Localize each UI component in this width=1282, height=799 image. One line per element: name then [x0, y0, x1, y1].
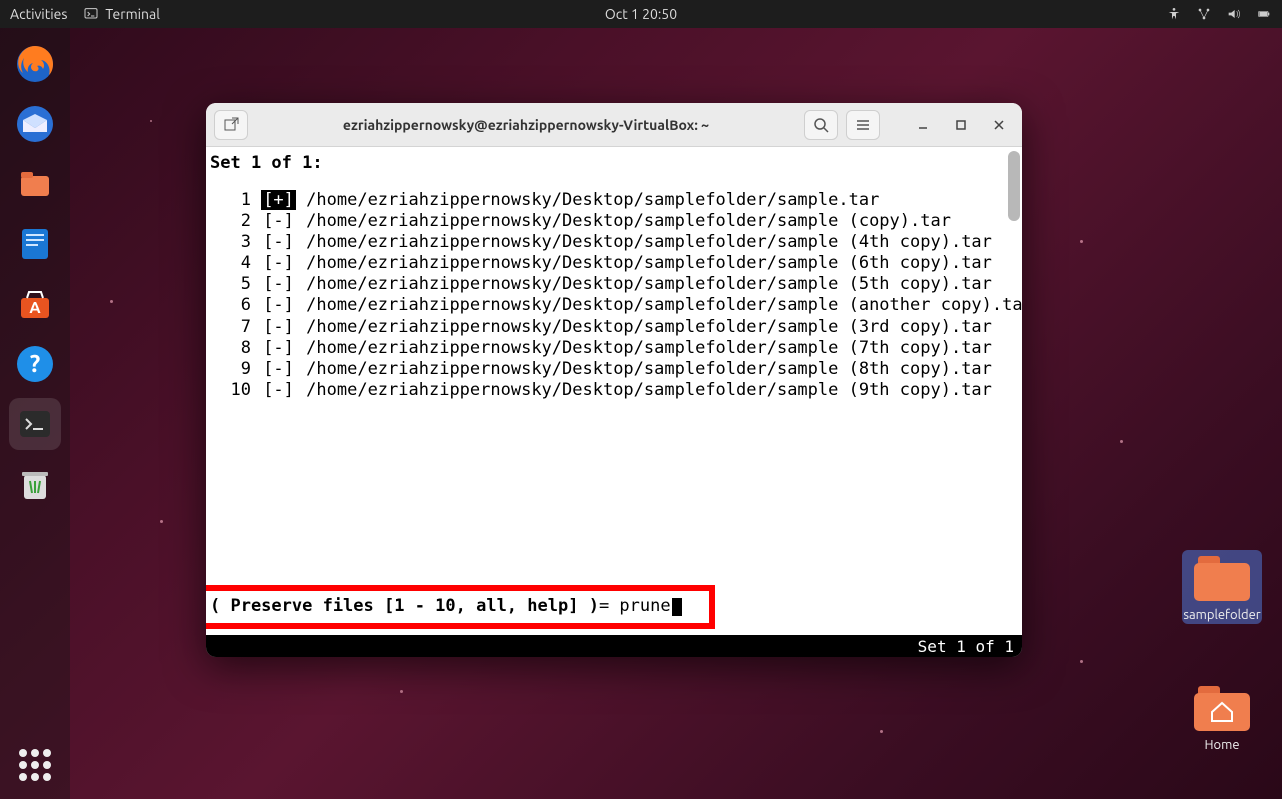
thunderbird-icon: [13, 102, 57, 146]
show-apps-button[interactable]: [15, 745, 55, 785]
desktop-folder-label: samplefolder: [1183, 608, 1260, 622]
folder-icon: [1194, 556, 1250, 602]
terminal-body[interactable]: Set 1 of 1: 1 [+] /home/ezriahzippernows…: [206, 147, 1022, 635]
new-tab-icon: [222, 116, 240, 134]
file-row: 10 [-] /home/ezriahzippernowsky/Desktop/…: [210, 380, 1004, 401]
help-launcher[interactable]: ?: [9, 338, 61, 390]
file-path: /home/ezriahzippernowsky/Desktop/samplef…: [306, 274, 992, 294]
top-bar: Activities Terminal Oct 1 20:50: [0, 0, 1282, 28]
volume-icon[interactable]: [1226, 6, 1242, 22]
file-marker: [-]: [261, 274, 296, 294]
file-path: /home/ezriahzippernowsky/Desktop/samplef…: [306, 317, 992, 337]
file-marker: [+]: [261, 190, 296, 210]
desktop-home[interactable]: Home: [1182, 680, 1262, 754]
home-folder-icon: [1194, 686, 1250, 732]
thunderbird-launcher[interactable]: [9, 98, 61, 150]
firefox-launcher[interactable]: [9, 38, 61, 90]
new-tab-button[interactable]: [214, 110, 248, 140]
file-marker: [-]: [261, 232, 296, 252]
window-title: ezriahzippernowsky@ezriahzippernowsky-Vi…: [256, 117, 796, 133]
battery-icon[interactable]: [1256, 6, 1272, 22]
writer-launcher[interactable]: [9, 218, 61, 270]
file-marker: [-]: [261, 359, 296, 379]
file-marker: [-]: [261, 317, 296, 337]
activities-button[interactable]: Activities: [10, 6, 67, 22]
file-row: 9 [-] /home/ezriahzippernowsky/Desktop/s…: [210, 359, 1004, 380]
file-row: 3 [-] /home/ezriahzippernowsky/Desktop/s…: [210, 232, 1004, 253]
file-row: 8 [-] /home/ezriahzippernowsky/Desktop/s…: [210, 338, 1004, 359]
maximize-icon: [954, 118, 968, 132]
minimize-button[interactable]: [908, 110, 938, 140]
active-app-name: Terminal: [105, 6, 160, 22]
file-marker: [-]: [261, 380, 296, 400]
terminal-icon: [13, 402, 57, 446]
maximize-button[interactable]: [946, 110, 976, 140]
file-path: /home/ezriahzippernowsky/Desktop/samplef…: [306, 190, 879, 210]
file-row: 2 [-] /home/ezriahzippernowsky/Desktop/s…: [210, 211, 1004, 232]
files-launcher[interactable]: [9, 158, 61, 210]
file-path: /home/ezriahzippernowsky/Desktop/samplef…: [306, 380, 992, 400]
prompt-label: ( Preserve files [1 - 10, all, help] ): [210, 596, 599, 616]
file-path: /home/ezriahzippernowsky/Desktop/samplef…: [306, 359, 992, 379]
file-path: /home/ezriahzippernowsky/Desktop/samplef…: [306, 211, 951, 231]
set-header: Set 1 of 1:: [210, 153, 1004, 174]
menu-button[interactable]: [846, 110, 880, 140]
file-path: /home/ezriahzippernowsky/Desktop/samplef…: [306, 295, 1022, 315]
writer-icon: [13, 222, 57, 266]
file-path: /home/ezriahzippernowsky/Desktop/samplef…: [306, 253, 992, 273]
network-icon[interactable]: [1196, 6, 1212, 22]
file-row: 5 [-] /home/ezriahzippernowsky/Desktop/s…: [210, 274, 1004, 295]
terminal-launcher[interactable]: [9, 398, 61, 450]
trash-icon: [13, 462, 57, 506]
file-row: 7 [-] /home/ezriahzippernowsky/Desktop/s…: [210, 317, 1004, 338]
file-row: 1 [+] /home/ezriahzippernowsky/Desktop/s…: [210, 190, 1004, 211]
desktop-home-label: Home: [1204, 738, 1239, 752]
software-icon: A: [13, 282, 57, 326]
dock: A ?: [0, 28, 70, 799]
hamburger-icon: [854, 116, 872, 134]
file-path: /home/ezriahzippernowsky/Desktop/samplef…: [306, 338, 992, 358]
terminal-window: ezriahzippernowsky@ezriahzippernowsky-Vi…: [206, 103, 1022, 657]
file-marker: [-]: [261, 295, 296, 315]
status-text: Set 1 of 1: [918, 637, 1014, 656]
terminal-small-icon: [83, 6, 99, 22]
cursor: [672, 598, 682, 616]
file-marker: [-]: [261, 211, 296, 231]
trash-launcher[interactable]: [9, 458, 61, 510]
active-app-menu[interactable]: Terminal: [83, 6, 160, 22]
terminal-statusbar: Set 1 of 1: [206, 635, 1022, 657]
software-launcher[interactable]: A: [9, 278, 61, 330]
search-button[interactable]: [804, 110, 838, 140]
close-icon: [992, 118, 1006, 132]
file-row: 4 [-] /home/ezriahzippernowsky/Desktop/s…: [210, 253, 1004, 274]
accessibility-icon[interactable]: [1166, 6, 1182, 22]
svg-text:?: ?: [30, 350, 41, 377]
file-marker: [-]: [261, 253, 296, 273]
close-button[interactable]: [984, 110, 1014, 140]
scrollbar-thumb[interactable]: [1008, 151, 1020, 221]
search-icon: [812, 116, 830, 134]
files-icon: [13, 162, 57, 206]
prompt-line[interactable]: ( Preserve files [1 - 10, all, help] )= …: [206, 596, 1010, 617]
file-marker: [-]: [261, 338, 296, 358]
svg-text:A: A: [29, 299, 41, 317]
clock[interactable]: Oct 1 20:50: [605, 6, 677, 22]
file-path: /home/ezriahzippernowsky/Desktop/samplef…: [306, 232, 992, 252]
firefox-icon: [13, 42, 57, 86]
window-titlebar[interactable]: ezriahzippernowsky@ezriahzippernowsky-Vi…: [206, 103, 1022, 147]
help-icon: ?: [13, 342, 57, 386]
desktop-folder-samplefolder[interactable]: samplefolder: [1182, 550, 1262, 624]
prompt-input[interactable]: prune: [619, 596, 670, 616]
prompt-separator: =: [599, 596, 619, 616]
file-list: 1 [+] /home/ezriahzippernowsky/Desktop/s…: [210, 190, 1004, 401]
file-row: 6 [-] /home/ezriahzippernowsky/Desktop/s…: [210, 295, 1004, 316]
minimize-icon: [916, 118, 930, 132]
